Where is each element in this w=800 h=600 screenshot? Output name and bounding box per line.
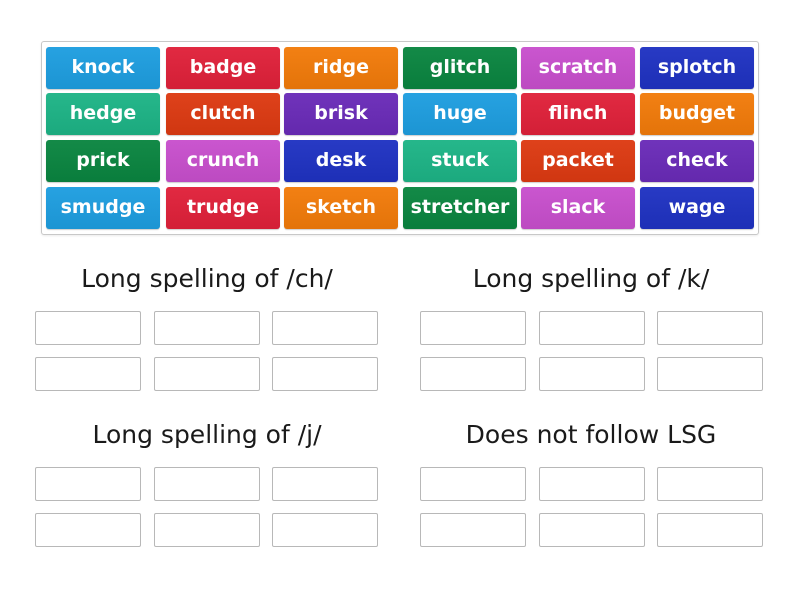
drop-slot[interactable] (272, 311, 378, 345)
word-tile-hedge[interactable]: hedge (46, 93, 160, 135)
word-tile-packet[interactable]: packet (521, 140, 635, 182)
drop-slot[interactable] (35, 467, 141, 501)
drop-slot[interactable] (154, 513, 260, 547)
drop-slot[interactable] (657, 467, 763, 501)
word-tile-smudge[interactable]: smudge (46, 187, 160, 229)
group-title-ch: Long spelling of /ch/ (81, 264, 333, 293)
drop-slot[interactable] (420, 513, 526, 547)
word-tile-stretcher[interactable]: stretcher (403, 187, 517, 229)
drop-slot[interactable] (35, 513, 141, 547)
word-tile-brisk[interactable]: brisk (284, 93, 398, 135)
drop-slot[interactable] (657, 311, 763, 345)
word-tile-scratch[interactable]: scratch (521, 47, 635, 89)
word-tile-flinch[interactable]: flinch (521, 93, 635, 135)
word-tile-ridge[interactable]: ridge (284, 47, 398, 89)
drop-slot[interactable] (539, 513, 645, 547)
group-title-j: Long spelling of /j/ (92, 420, 322, 449)
word-tile-glitch[interactable]: glitch (403, 47, 517, 89)
group-title-not-lsg: Does not follow LSG (465, 420, 717, 449)
word-tile-check[interactable]: check (640, 140, 754, 182)
word-tile-crunch[interactable]: crunch (166, 140, 280, 182)
word-tile-badge[interactable]: badge (166, 47, 280, 89)
drop-slot[interactable] (35, 311, 141, 345)
word-tile-stuck[interactable]: stuck (403, 140, 517, 182)
drop-slot[interactable] (420, 467, 526, 501)
drop-slot[interactable] (35, 357, 141, 391)
drop-slot[interactable] (154, 357, 260, 391)
drop-slot[interactable] (539, 311, 645, 345)
drop-slot[interactable] (539, 357, 645, 391)
word-tile-trudge[interactable]: trudge (166, 187, 280, 229)
word-tile-clutch[interactable]: clutch (166, 93, 280, 135)
drop-slot[interactable] (272, 357, 378, 391)
drop-slot[interactable] (657, 357, 763, 391)
drop-slot[interactable] (420, 311, 526, 345)
drop-slot[interactable] (272, 513, 378, 547)
word-tile-wage[interactable]: wage (640, 187, 754, 229)
word-tile-sketch[interactable]: sketch (284, 187, 398, 229)
drop-slot[interactable] (657, 513, 763, 547)
drop-slot[interactable] (539, 467, 645, 501)
word-tile-desk[interactable]: desk (284, 140, 398, 182)
word-tile-budget[interactable]: budget (640, 93, 754, 135)
word-tile-huge[interactable]: huge (403, 93, 517, 135)
drop-slot[interactable] (154, 311, 260, 345)
drop-slot[interactable] (420, 357, 526, 391)
group-title-k: Long spelling of /k/ (472, 264, 710, 293)
drop-slot[interactable] (272, 467, 378, 501)
drop-slot[interactable] (154, 467, 260, 501)
word-tile-splotch[interactable]: splotch (640, 47, 754, 89)
word-tile-prick[interactable]: prick (46, 140, 160, 182)
word-tile-slack[interactable]: slack (521, 187, 635, 229)
word-tile-knock[interactable]: knock (46, 47, 160, 89)
